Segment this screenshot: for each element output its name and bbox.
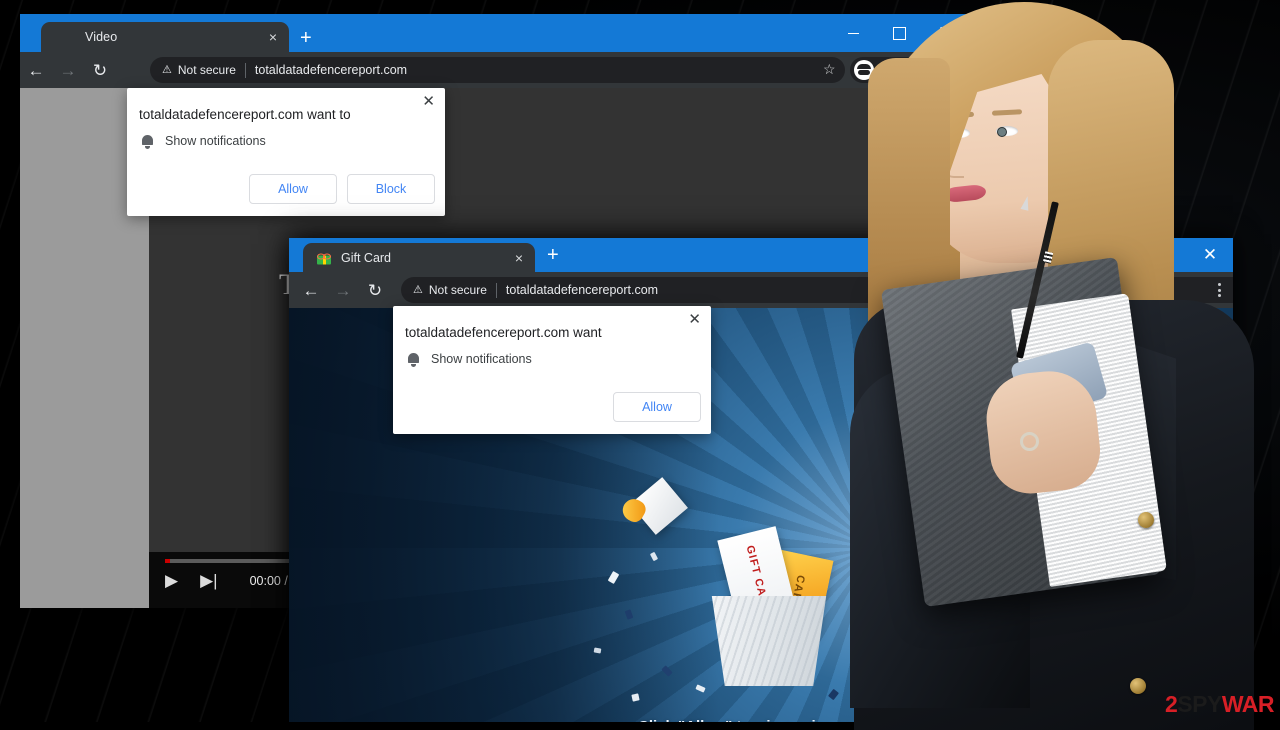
tab-gift-card-label: Gift Card <box>341 250 392 265</box>
new-tab-button[interactable]: + <box>547 245 559 265</box>
dialog-actions: Allow Block <box>249 174 435 204</box>
block-button[interactable]: Block <box>347 174 435 204</box>
reload-icon[interactable]: ↻ <box>359 272 391 308</box>
video-progress-played <box>165 559 170 563</box>
allow-button[interactable]: Allow <box>249 174 337 204</box>
play-icon[interactable]: ▶ <box>165 572 178 589</box>
forward-icon[interactable]: → <box>52 52 84 88</box>
allow-button[interactable]: Allow <box>613 392 701 422</box>
new-tab-button[interactable]: + <box>300 28 312 48</box>
blazer-button <box>1138 512 1154 528</box>
divider <box>244 62 246 78</box>
watermark-part-1: 2 <box>1165 691 1178 717</box>
tab-gift-card[interactable]: Gift Card × <box>303 243 535 272</box>
tab-video[interactable]: Video × <box>41 22 289 52</box>
blazer-button <box>1130 678 1146 694</box>
tab-video-label: Video <box>85 30 118 44</box>
site-watermark: 2SPYWAR <box>1165 691 1275 717</box>
close-icon[interactable]: ✕ <box>422 94 435 109</box>
forward-icon[interactable]: → <box>327 272 359 308</box>
security-status-label: Not secure <box>177 63 236 77</box>
warning-icon: ⚠ <box>162 63 172 76</box>
next-track-icon[interactable]: ▶| <box>200 572 218 589</box>
permission-label: Show notifications <box>431 352 532 366</box>
confetti <box>695 684 706 693</box>
confetti <box>593 647 602 654</box>
url-text: totaldatadefencereport.com <box>505 283 659 297</box>
video-control-buttons: ▶ ▶| 00:00 / 6: <box>165 572 302 589</box>
dialog-actions: Allow <box>613 392 701 422</box>
url-text: totaldatadefencereport.com <box>254 63 408 77</box>
warning-icon: ⚠ <box>413 283 423 296</box>
dialog-title: totaldatadefencereport.com want to <box>139 107 351 122</box>
pupil-right <box>997 127 1007 137</box>
divider <box>495 282 497 298</box>
back-icon[interactable]: ← <box>295 272 327 308</box>
permission-row: Show notifications <box>141 134 266 149</box>
bell-icon <box>141 134 154 149</box>
notification-permission-dialog-1: ✕ totaldatadefencereport.com want to Sho… <box>127 88 445 216</box>
back-icon[interactable]: ← <box>20 52 52 88</box>
gift-icon <box>317 251 331 264</box>
address-bar[interactable]: ⚠ Not secure totaldatadefencereport.com <box>150 57 845 83</box>
permission-row: Show notifications <box>407 352 532 367</box>
gift-box-base <box>711 596 827 686</box>
close-icon[interactable]: × <box>515 251 523 265</box>
watermark-part-2: SPY <box>1177 691 1222 717</box>
security-status-label: Not secure <box>428 283 487 297</box>
close-icon[interactable]: ✕ <box>688 312 701 327</box>
notification-permission-dialog-2: ✕ totaldatadefencereport.com want Show n… <box>393 306 711 434</box>
dialog-title: totaldatadefencereport.com want <box>405 325 602 340</box>
bell-icon <box>407 352 420 367</box>
permission-label: Show notifications <box>165 134 266 148</box>
presenter-photo <box>820 0 1280 730</box>
reload-icon[interactable]: ↻ <box>84 52 116 88</box>
close-icon[interactable]: × <box>269 30 277 44</box>
watermark-part-3: WAR <box>1221 691 1275 717</box>
confetti <box>631 693 640 702</box>
ring <box>1020 432 1039 451</box>
